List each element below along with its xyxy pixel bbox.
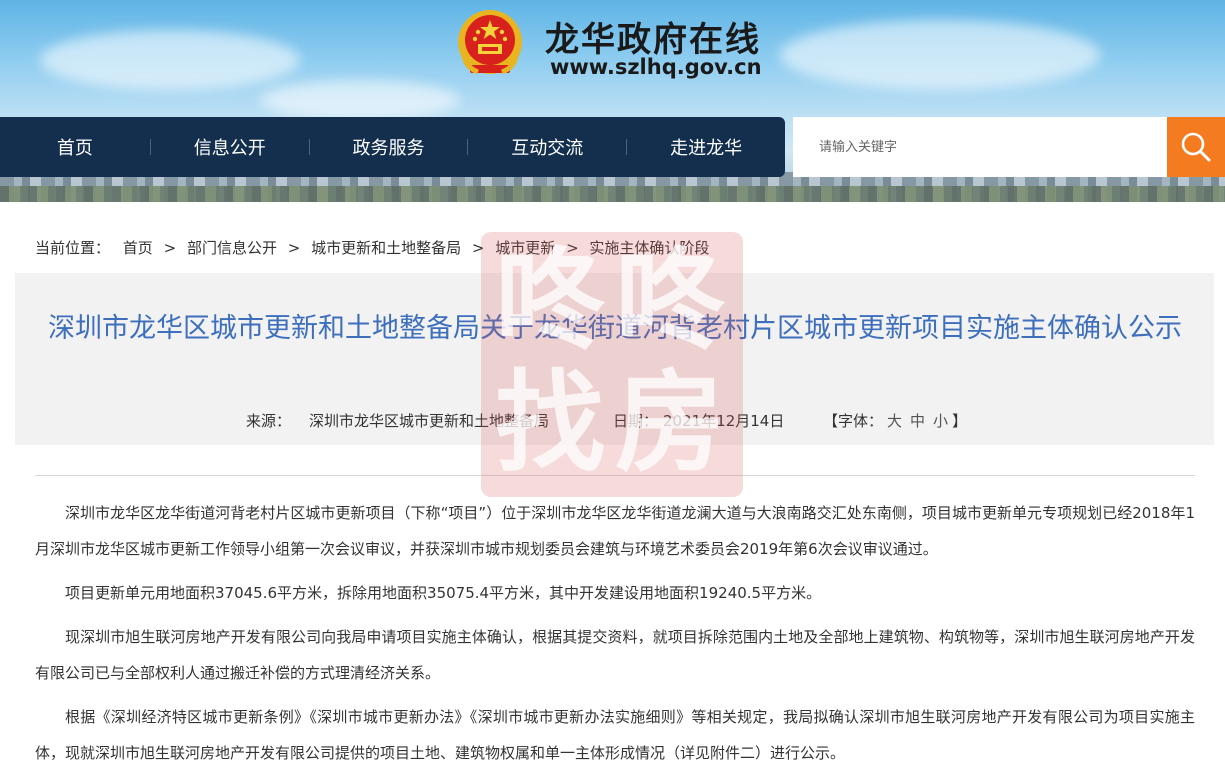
breadcrumb-prefix: 当前位置： — [35, 239, 111, 257]
watermark-char: 咚 — [615, 237, 725, 365]
nav-item-home[interactable]: 首页 — [0, 134, 150, 160]
font-size-large-button[interactable]: 大 — [887, 412, 902, 430]
breadcrumb-dept-info-link[interactable]: 部门信息公开 — [187, 239, 277, 257]
nav-item-government-services[interactable]: 政务服务 — [310, 134, 468, 160]
font-size-small-button[interactable]: 小 — [933, 412, 948, 430]
font-label-close: 】 — [952, 412, 968, 430]
article-paragraph: 根据《深圳经济特区城市更新条例》《深圳市城市更新办法》《深圳市城市更新办法实施细… — [35, 708, 1195, 762]
nav-item-info-disclosure[interactable]: 信息公开 — [151, 134, 309, 160]
watermark-char: 咚 — [495, 237, 605, 365]
cloud-decoration — [780, 20, 1100, 90]
font-size-medium-button[interactable]: 中 — [910, 412, 925, 430]
font-size-control: 【字体：大中小】 — [823, 410, 967, 431]
nav-item-interaction[interactable]: 互动交流 — [468, 134, 626, 160]
breadcrumb-bureau-link[interactable]: 城市更新和土地整备局 — [311, 239, 461, 257]
city-skyline-trees — [0, 186, 1225, 202]
breadcrumb-separator: > — [163, 239, 177, 257]
cloud-decoration — [260, 80, 460, 120]
search-button[interactable] — [1167, 117, 1225, 177]
article-paragraph: 项目更新单元用地面积37045.6平方米，拆除用地面积35075.4平方米，其中… — [65, 584, 822, 602]
source-label: 来源： — [246, 412, 292, 430]
national-emblem-icon — [458, 10, 522, 75]
article-paragraph: 深圳市龙华区龙华街道河背老村片区城市更新项目（下称“项目”）位于深圳市龙华区龙华… — [35, 504, 1195, 558]
site-url: www.szlhq.gov.cn — [550, 55, 762, 79]
main-nav: 首页 信息公开 政务服务 互动交流 走进龙华 — [0, 117, 785, 177]
search-icon — [1181, 132, 1211, 162]
nav-item-about-longhua[interactable]: 走进龙华 — [627, 134, 785, 160]
watermark-char: 房 — [615, 359, 725, 487]
watermark-char: 找 — [495, 359, 605, 487]
site-title: 龙华政府在线 — [545, 20, 761, 60]
article-paragraph: 现深圳市旭生联河房地产开发有限公司向我局申请项目实施主体确认，根据其提交资料，就… — [35, 628, 1195, 682]
font-label: 【字体： — [823, 412, 884, 430]
breadcrumb-separator: > — [287, 239, 301, 257]
watermark-logo: 咚 咚 找 房 — [481, 232, 743, 497]
article-body: 深圳市龙华区龙华街道河背老村片区城市更新项目（下称“项目”）位于深圳市龙华区龙华… — [35, 495, 1195, 769]
breadcrumb-home-link[interactable]: 首页 — [123, 239, 153, 257]
cloud-decoration — [40, 30, 300, 90]
search-input[interactable] — [793, 117, 1167, 177]
